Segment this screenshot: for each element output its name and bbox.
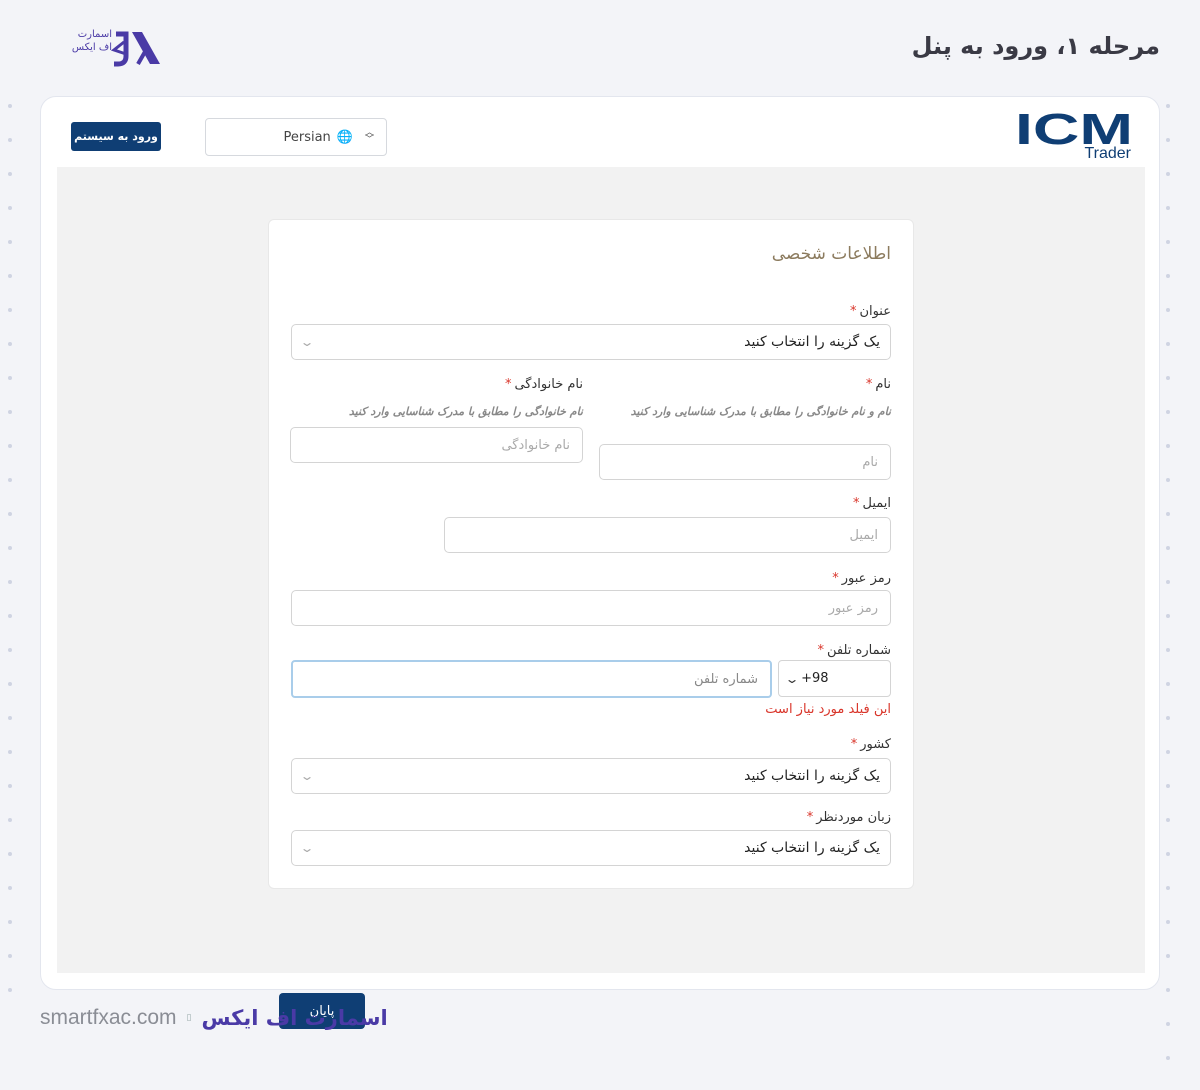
country-label: کشور* xyxy=(850,737,891,752)
screenshot-frame: ورود به سیستم Persian 🌐 ︿ ﹀ ICM Trader اط… xyxy=(40,96,1160,1029)
chevron-down-icon: ⌄ xyxy=(299,841,315,855)
globe-icon: 🌐 xyxy=(336,129,353,145)
login-button[interactable]: ورود به سیستم xyxy=(71,122,161,151)
last-name-input[interactable]: نام خانوادگی xyxy=(290,427,583,463)
chevron-down-icon: ⌄ xyxy=(299,335,315,349)
icm-logo-sub: Trader xyxy=(1084,145,1131,162)
icm-logo-main: ICM xyxy=(1015,111,1133,147)
country-code-value: +98 xyxy=(801,671,829,686)
phone-input[interactable]: شماره تلفن xyxy=(291,660,772,698)
country-select[interactable]: یک گزینه را انتخاب کنید ⌄ xyxy=(291,758,891,794)
icm-logo-mark: ICM xyxy=(1015,105,1133,154)
chevron-down-icon: ⌄ xyxy=(784,671,800,686)
up-down-arrows-icon: ︿ ﹀ xyxy=(364,128,374,145)
title-select-value: یک گزینه را انتخاب کنید xyxy=(744,334,880,350)
last-name-label: نام خانوادگی* xyxy=(504,377,583,392)
brand-logo: اسمارت اف ایکس xyxy=(68,26,164,70)
language-select[interactable]: Persian 🌐 ︿ ﹀ xyxy=(205,118,387,156)
password-input[interactable]: رمز عبور xyxy=(291,590,891,626)
chevron-down-icon: ⌄ xyxy=(299,769,315,783)
country-code-select[interactable]: ⌄ +98 xyxy=(778,660,891,697)
email-label: ایمیل* xyxy=(852,496,891,511)
title-label: عنوان* xyxy=(849,304,891,319)
brand-logo-mark-icon xyxy=(110,31,160,67)
footer-separator-icon: ▯ xyxy=(186,1013,192,1023)
section-title: اطلاعات شخصی xyxy=(771,244,891,264)
footer: smartfxac.com ▯ اسمارت اف ایکس xyxy=(40,1006,388,1030)
password-label: رمز عبور* xyxy=(832,571,891,586)
personal-info-card: اطلاعات شخصی عنوان* یک گزینه را انتخاب ک… xyxy=(268,219,914,889)
content-area: اطلاعات شخصی عنوان* یک گزینه را انتخاب ک… xyxy=(57,167,1145,1029)
dots-left xyxy=(8,104,14,1022)
icm-trader-logo: ICM Trader xyxy=(1015,105,1133,167)
preferred-language-label: زبان موردنظر* xyxy=(806,810,891,825)
first-name-hint: نام و نام خانوادگی را مطابق با مدرک شناس… xyxy=(630,405,891,418)
first-name-input[interactable]: نام xyxy=(599,444,891,480)
preferred-language-select[interactable]: یک گزینه را انتخاب کنید ⌄ xyxy=(291,830,891,866)
footer-brand: اسمارت اف ایکس xyxy=(201,1006,388,1030)
preferred-language-value: یک گزینه را انتخاب کنید xyxy=(744,840,880,856)
first-name-label: نام* xyxy=(865,377,891,392)
email-input[interactable]: ایمیل xyxy=(444,517,891,553)
language-select-value: Persian xyxy=(283,129,331,145)
dots-right xyxy=(1166,104,1172,1090)
title-select[interactable]: یک گزینه را انتخاب کنید ⌄ xyxy=(291,324,891,360)
page-title: مرحله ۱، ورود به پنل xyxy=(911,32,1160,60)
last-name-hint: نام خانوادگی را مطابق با مدرک شناسایی وا… xyxy=(348,405,583,418)
phone-label: شماره تلفن* xyxy=(817,643,891,658)
country-select-value: یک گزینه را انتخاب کنید xyxy=(744,768,880,784)
footer-site[interactable]: smartfxac.com xyxy=(40,1006,177,1030)
phone-error-message: این فیلد مورد نیاز است xyxy=(765,702,891,717)
